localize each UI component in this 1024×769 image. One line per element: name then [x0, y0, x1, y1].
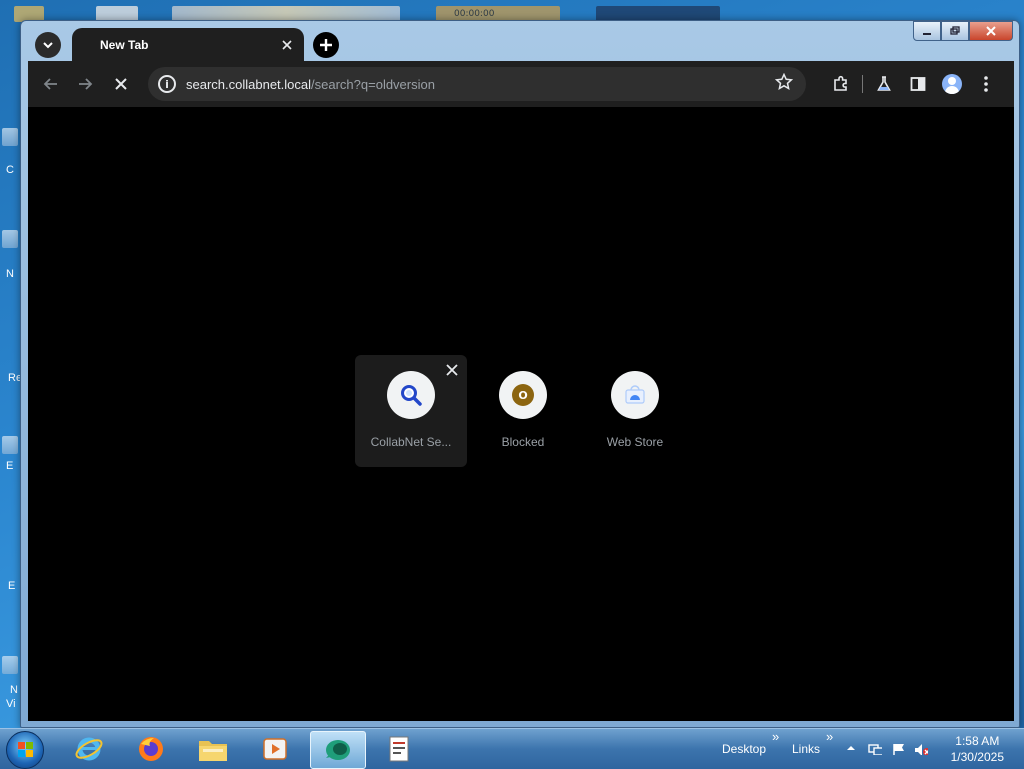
star-icon [774, 72, 794, 90]
desktop-icon-label: N [6, 268, 14, 280]
tab-title: New Tab [100, 38, 149, 52]
arrow-left-icon [43, 78, 57, 90]
address-bar[interactable]: i search.collabnet.local/search?q=oldver… [148, 67, 806, 101]
taskbar-document[interactable] [372, 731, 426, 767]
avatar-icon [942, 74, 962, 94]
browser-app-icon [326, 740, 350, 760]
desktop-toolbar-label[interactable]: Desktop [722, 742, 766, 756]
shortcut-web-store[interactable]: Web Store [579, 355, 691, 467]
tab-search-button[interactable] [35, 32, 61, 58]
desktop-icon-label: E [6, 460, 14, 472]
action-center-flag-icon[interactable] [892, 743, 906, 755]
remove-shortcut-button[interactable] [443, 361, 461, 379]
arrow-right-icon [79, 78, 93, 90]
shortcut-icon-container [387, 371, 435, 419]
shortcuts-grid: CollabNet Se... O Blocked Web Store [355, 355, 691, 467]
new-tab-page: CollabNet Se... O Blocked Web Store [28, 107, 1014, 721]
address-bar-url[interactable]: search.collabnet.local/search?q=oldversi… [186, 77, 772, 92]
close-icon [282, 40, 292, 50]
new-tab-button[interactable] [313, 32, 339, 58]
toolbar-right-icons [824, 69, 1003, 99]
extensions-button[interactable] [824, 69, 858, 99]
desktop-icon-label: E [8, 580, 16, 592]
shortcut-icon-container [611, 371, 659, 419]
start-button[interactable] [6, 731, 44, 769]
chevron-down-icon [43, 42, 53, 49]
desktop-icon[interactable] [2, 128, 18, 146]
desktop-icon-label: N [10, 684, 18, 696]
shortcut-icon-container: O [499, 371, 547, 419]
menu-button[interactable] [969, 69, 1003, 99]
close-icon [115, 78, 127, 90]
media-player-icon [263, 738, 287, 760]
shortcut-label: Web Store [606, 435, 664, 449]
flask-icon [877, 76, 891, 91]
taskbar-media-player[interactable] [248, 731, 302, 767]
desktop-icon[interactable] [2, 656, 18, 674]
back-button[interactable] [36, 69, 66, 99]
magnifier-icon [401, 385, 422, 406]
taskbar: Desktop » Links » 1:58 AM 1/30/2025 [0, 728, 1024, 769]
desktop-icon[interactable] [2, 230, 18, 248]
chevron-right-icon[interactable]: » [826, 729, 833, 744]
url-host: search.collabnet.local [186, 76, 312, 92]
firefox-icon [139, 737, 163, 761]
clock-time: 1:58 AM [955, 734, 1000, 748]
site-info-icon[interactable]: i [158, 75, 176, 93]
tab-strip: New Tab [28, 26, 1016, 62]
taskbar-firefox[interactable] [124, 731, 178, 767]
desktop-icon-column: C N Re E E N Vi [0, 0, 22, 730]
chevron-right-icon[interactable]: » [772, 729, 779, 744]
system-clock[interactable]: 1:58 AM 1/30/2025 [951, 733, 1004, 765]
document-icon [389, 736, 409, 762]
volume-muted-icon[interactable] [914, 743, 928, 755]
taskbar-internet-explorer[interactable] [62, 731, 116, 767]
desktop-icon-label: C [6, 164, 14, 176]
side-panel-button[interactable] [901, 69, 935, 99]
forward-button[interactable] [70, 69, 100, 99]
browser-toolbar: i search.collabnet.local/search?q=oldver… [28, 61, 1014, 107]
desktop-icon-label: Vi [6, 698, 16, 710]
kebab-menu-icon [984, 76, 988, 92]
close-icon [446, 364, 458, 376]
tab-new-tab[interactable]: New Tab [72, 28, 304, 62]
desktop-icon[interactable] [2, 436, 18, 454]
puzzle-icon [834, 75, 847, 91]
links-toolbar-label[interactable]: Links [792, 742, 820, 756]
bookmark-star-button[interactable] [772, 72, 796, 96]
shortcut-collabnet-search[interactable]: CollabNet Se... [355, 355, 467, 467]
network-icon[interactable] [868, 743, 882, 755]
plus-icon [320, 39, 332, 51]
browser-window: New Tab i search.collabnet.local/search?… [20, 20, 1020, 728]
toolbar-divider [862, 75, 863, 93]
taskbar-file-explorer[interactable] [186, 731, 240, 767]
profile-button[interactable] [935, 69, 969, 99]
side-panel-icon [910, 77, 926, 91]
internet-explorer-icon [75, 737, 103, 761]
stop-loading-button[interactable] [106, 69, 136, 99]
url-path: /search?q=oldversion [311, 76, 435, 92]
taskbar-chrome-active[interactable] [310, 731, 366, 769]
shortcut-label: CollabNet Se... [370, 435, 452, 449]
shortcut-blocked[interactable]: O Blocked [467, 355, 579, 467]
media-time-text: 00:00:00 [454, 9, 495, 19]
tab-close-button[interactable] [278, 36, 296, 54]
windows-logo-icon [18, 742, 34, 758]
labs-button[interactable] [867, 69, 901, 99]
show-hidden-icons-icon[interactable] [846, 743, 860, 755]
letter-o-icon: O [512, 384, 534, 406]
shortcut-label: Blocked [501, 435, 545, 449]
folder-icon [199, 741, 227, 761]
clock-date: 1/30/2025 [950, 750, 1004, 764]
web-store-icon [625, 385, 645, 404]
